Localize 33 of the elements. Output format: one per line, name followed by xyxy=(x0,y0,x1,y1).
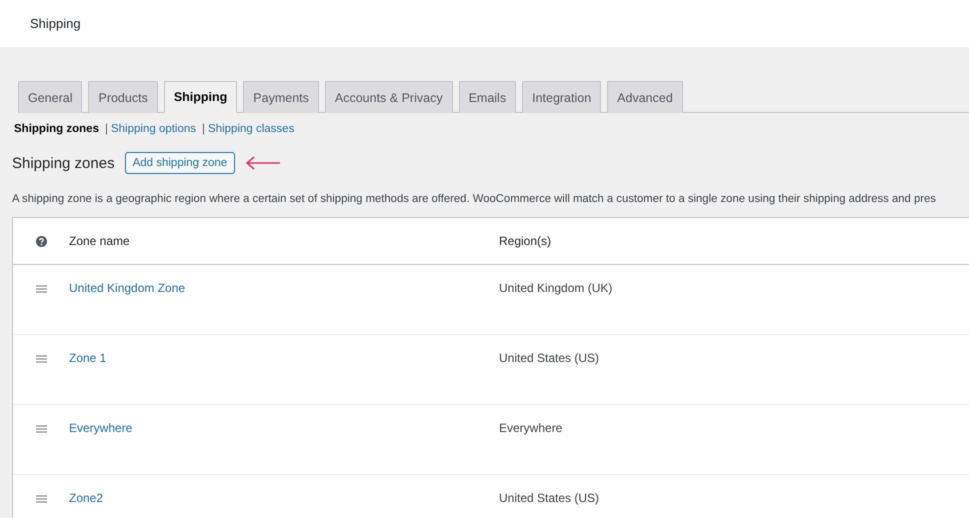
drag-handle-icon[interactable] xyxy=(36,495,46,503)
arrow-icon xyxy=(245,156,282,170)
section-description: A shipping zone is a geographic region where a certain set of shipping methods are offered. WooCommerce will match a customer to a single zone using their shipping address and pres xyxy=(12,193,937,205)
zone-region: United States (US) xyxy=(499,491,600,505)
settings-tab[interactable]: Integration xyxy=(522,81,602,113)
help-icon[interactable] xyxy=(36,236,46,246)
settings-tab[interactable]: Emails xyxy=(458,81,516,113)
zone-name-link[interactable]: Zone 1 xyxy=(69,351,106,365)
zone-name-link[interactable]: United Kingdom Zone xyxy=(69,281,186,295)
drag-handle-icon[interactable] xyxy=(36,285,46,293)
drag-handle-icon[interactable] xyxy=(36,355,46,363)
subsection-link[interactable]: Shipping zones xyxy=(14,123,99,135)
settings-tab[interactable]: Payments xyxy=(243,81,319,113)
separator: | xyxy=(104,123,108,135)
settings-tab[interactable]: Accounts & Privacy xyxy=(324,81,453,113)
settings-tab[interactable]: Advanced xyxy=(607,81,683,113)
drag-handle-icon[interactable] xyxy=(36,425,46,433)
column-header: Zone name xyxy=(69,234,130,248)
section-title: Shipping zones xyxy=(12,154,115,172)
add-zone-button[interactable]: Add shipping zone xyxy=(124,152,236,174)
zone-region: United States (US) xyxy=(499,351,600,365)
column-header: Region(s) xyxy=(499,234,552,248)
zone-region: United Kingdom (UK) xyxy=(499,281,612,295)
subsection-link[interactable]: Shipping classes xyxy=(208,123,294,135)
zone-name-link[interactable]: Zone2 xyxy=(69,491,104,505)
subsection-link[interactable]: Shipping options xyxy=(110,123,196,135)
settings-tab[interactable]: General xyxy=(18,81,82,113)
settings-tab[interactable]: Products xyxy=(88,81,158,113)
zone-region: Everywhere xyxy=(499,421,562,435)
settings-tab[interactable]: Shipping xyxy=(164,81,238,113)
zone-name-link[interactable]: Everywhere xyxy=(69,421,132,435)
separator: | xyxy=(202,123,206,135)
page-title: Shipping xyxy=(30,16,81,31)
